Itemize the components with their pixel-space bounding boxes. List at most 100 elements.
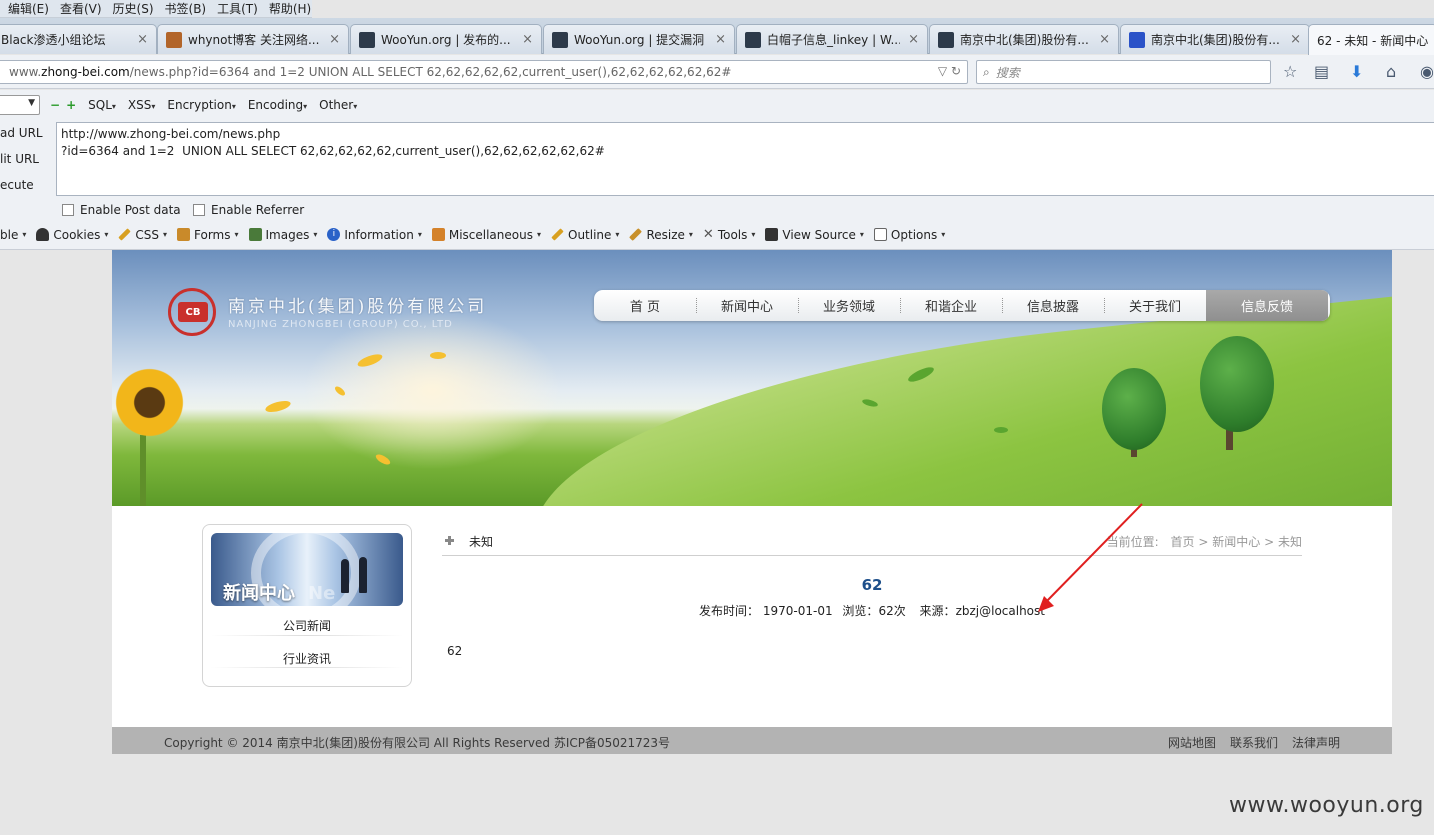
bookmark-star-icon[interactable]: ☆	[1283, 62, 1297, 81]
wooyun-watermark: www.wooyun.org	[1229, 793, 1424, 818]
wd-disable[interactable]: ble ▾	[0, 228, 26, 242]
meta-views-label: 浏览：	[842, 604, 879, 618]
category-title: 未知	[469, 535, 494, 549]
wd-options[interactable]: Options ▾	[873, 228, 945, 242]
wd-cookies[interactable]: Cookies ▾	[36, 228, 108, 242]
wd-label: CSS	[135, 227, 159, 242]
nav-home[interactable]: 首 页	[594, 290, 696, 321]
wd-miscellaneous[interactable]: Miscellaneous ▾	[431, 228, 541, 242]
checkbox-box[interactable]	[193, 204, 205, 216]
hackbar-panel: − + SQL▾ XSS▾ Encryption▾ Encoding▾ Othe…	[0, 90, 1434, 250]
plus-icon[interactable]: +	[66, 98, 76, 112]
home-icon[interactable]: ⌂	[1386, 62, 1396, 81]
close-icon[interactable]: ×	[908, 32, 919, 47]
wd-images[interactable]: Images ▾	[248, 228, 317, 242]
search-input[interactable]: ⌕ 搜索	[976, 60, 1271, 84]
browser-tab[interactable]: WooYun.org | 提交漏洞 ×	[543, 24, 735, 54]
wd-information[interactable]: i Information ▾	[327, 228, 422, 242]
article-body: 62	[447, 644, 463, 658]
enable-post-checkbox[interactable]: Enable Post data	[62, 203, 181, 217]
meta-date: 1970-01-01	[762, 604, 833, 618]
logo-mark: CB	[178, 302, 208, 322]
browser-tab-active[interactable]: 62 - 未知 - 新闻中心 -	[1308, 24, 1434, 55]
close-icon[interactable]: ×	[1099, 32, 1110, 47]
nav-disclosure[interactable]: 信息披露	[1002, 290, 1104, 321]
bullet-icon	[445, 536, 454, 545]
browser-tab[interactable]: 南京中北(集团)股份有... ×	[1120, 24, 1310, 54]
close-icon[interactable]: ×	[1290, 32, 1301, 47]
menu-bookmarks[interactable]: 书签(B)	[165, 0, 207, 17]
execute-button[interactable]: ecute	[0, 178, 34, 192]
bookmarks-list-icon[interactable]: ▤	[1314, 62, 1329, 81]
browser-tab[interactable]: 南京中北(集团)股份有... ×	[929, 24, 1119, 54]
menu-history[interactable]: 历史(S)	[113, 0, 154, 17]
sidebar-item-company-news[interactable]: 公司新闻	[211, 617, 403, 634]
footer-link-legal[interactable]: 法律声明	[1292, 734, 1340, 751]
footer-link-contact[interactable]: 联系我们	[1230, 734, 1278, 751]
browser-tab[interactable]: WooYun.org | 发布的... ×	[350, 24, 542, 54]
menu-label: Encoding	[247, 98, 304, 112]
nav-about[interactable]: 关于我们	[1104, 290, 1206, 321]
wd-tools[interactable]: ✕ Tools ▾	[703, 227, 755, 242]
petal-icon	[430, 352, 446, 359]
browser-tab[interactable]: Black渗透小组论坛 ×	[0, 24, 157, 54]
hackbar-encoding[interactable]: Encoding▾	[248, 98, 307, 112]
person-silhouette	[359, 557, 367, 593]
site-footer: Copyright © 2014 南京中北(集团)股份有限公司 All Righ…	[112, 727, 1392, 754]
url-path: /news.php?id=6364 and 1=2 UNION ALL SELE…	[129, 65, 732, 79]
close-icon[interactable]: ×	[137, 32, 148, 47]
wd-label: ble	[0, 227, 19, 242]
nav-enterprise[interactable]: 和谐企业	[900, 290, 1002, 321]
checkbox-box[interactable]	[62, 204, 74, 216]
nav-feedback[interactable]: 信息反馈	[1206, 290, 1328, 321]
browser-tab[interactable]: whynot博客 关注网络... ×	[157, 24, 349, 54]
nav-business[interactable]: 业务领域	[798, 290, 900, 321]
close-icon[interactable]: ×	[522, 32, 533, 47]
enable-referrer-checkbox[interactable]: Enable Referrer	[193, 203, 304, 217]
picture-icon	[248, 228, 262, 241]
nav-news[interactable]: 新闻中心	[696, 290, 798, 321]
wd-view-source[interactable]: View Source ▾	[765, 228, 864, 242]
download-icon[interactable]: ⬇	[1350, 62, 1363, 81]
menu-label: XSS	[127, 98, 152, 112]
dropdown-icon[interactable]: ▽	[938, 64, 947, 78]
hackbar-other[interactable]: Other▾	[319, 98, 357, 112]
wd-outline[interactable]: Outline ▾	[551, 228, 619, 242]
browser-tab[interactable]: 白帽子信息_linkey | W... ×	[736, 24, 928, 54]
close-icon[interactable]: ×	[715, 32, 726, 47]
hackbar-xss[interactable]: XSS▾	[128, 98, 155, 112]
hackbar-sql[interactable]: SQL▾	[88, 98, 116, 112]
hackbar-line: ?id=6364 and 1=2 UNION ALL SELECT 62,62,…	[61, 144, 605, 158]
company-name-en: NANJING ZHONGBEI (GROUP) CO., LTD	[228, 319, 453, 330]
hackbar-textarea[interactable]: http://www.zhong-bei.com/news.php ?id=636…	[56, 122, 1434, 196]
url-buttons: ▽ ↻	[938, 64, 961, 78]
minus-icon[interactable]: −	[50, 98, 60, 112]
breadcrumb-home[interactable]: 首页	[1171, 535, 1195, 549]
url-domain: zhong-bei.com	[41, 65, 130, 79]
close-icon[interactable]: ×	[329, 32, 340, 47]
split-url-button[interactable]: lit URL	[0, 152, 39, 166]
footer-link-sitemap[interactable]: 网站地图	[1168, 734, 1216, 751]
wd-css[interactable]: CSS ▾	[118, 228, 167, 242]
address-bar[interactable]: www. zhong-bei.com/news.php?id=6364 and 1…	[0, 60, 968, 84]
load-url-button[interactable]: ad URL	[0, 126, 43, 140]
meta-source-label: 来源：	[919, 604, 956, 618]
menu-view[interactable]: 查看(V)	[60, 0, 102, 17]
wd-forms[interactable]: Forms ▾	[177, 228, 239, 242]
favicon-icon	[166, 31, 182, 48]
hackbar-encryption[interactable]: Encryption▾	[167, 98, 235, 112]
tree-icon	[1200, 336, 1274, 432]
hackbar-select[interactable]	[0, 95, 40, 115]
chat-icon[interactable]: ◉	[1420, 62, 1434, 81]
menu-tools[interactable]: 工具(T)	[217, 0, 258, 17]
wd-label: Cookies	[53, 227, 101, 242]
menu-edit[interactable]: 编辑(E)	[8, 0, 49, 17]
arrow-head	[1038, 596, 1054, 612]
sidebar-item-industry-news[interactable]: 行业资讯	[211, 650, 403, 667]
wd-resize[interactable]: Resize ▾	[629, 228, 693, 242]
menu-help[interactable]: 帮助(H)	[269, 0, 311, 17]
reload-icon[interactable]: ↻	[951, 64, 961, 78]
breadcrumb-section[interactable]: 新闻中心	[1212, 535, 1260, 549]
footer-copyright: Copyright © 2014 南京中北(集团)股份有限公司 All Righ…	[164, 736, 671, 750]
options-icon	[873, 228, 887, 241]
